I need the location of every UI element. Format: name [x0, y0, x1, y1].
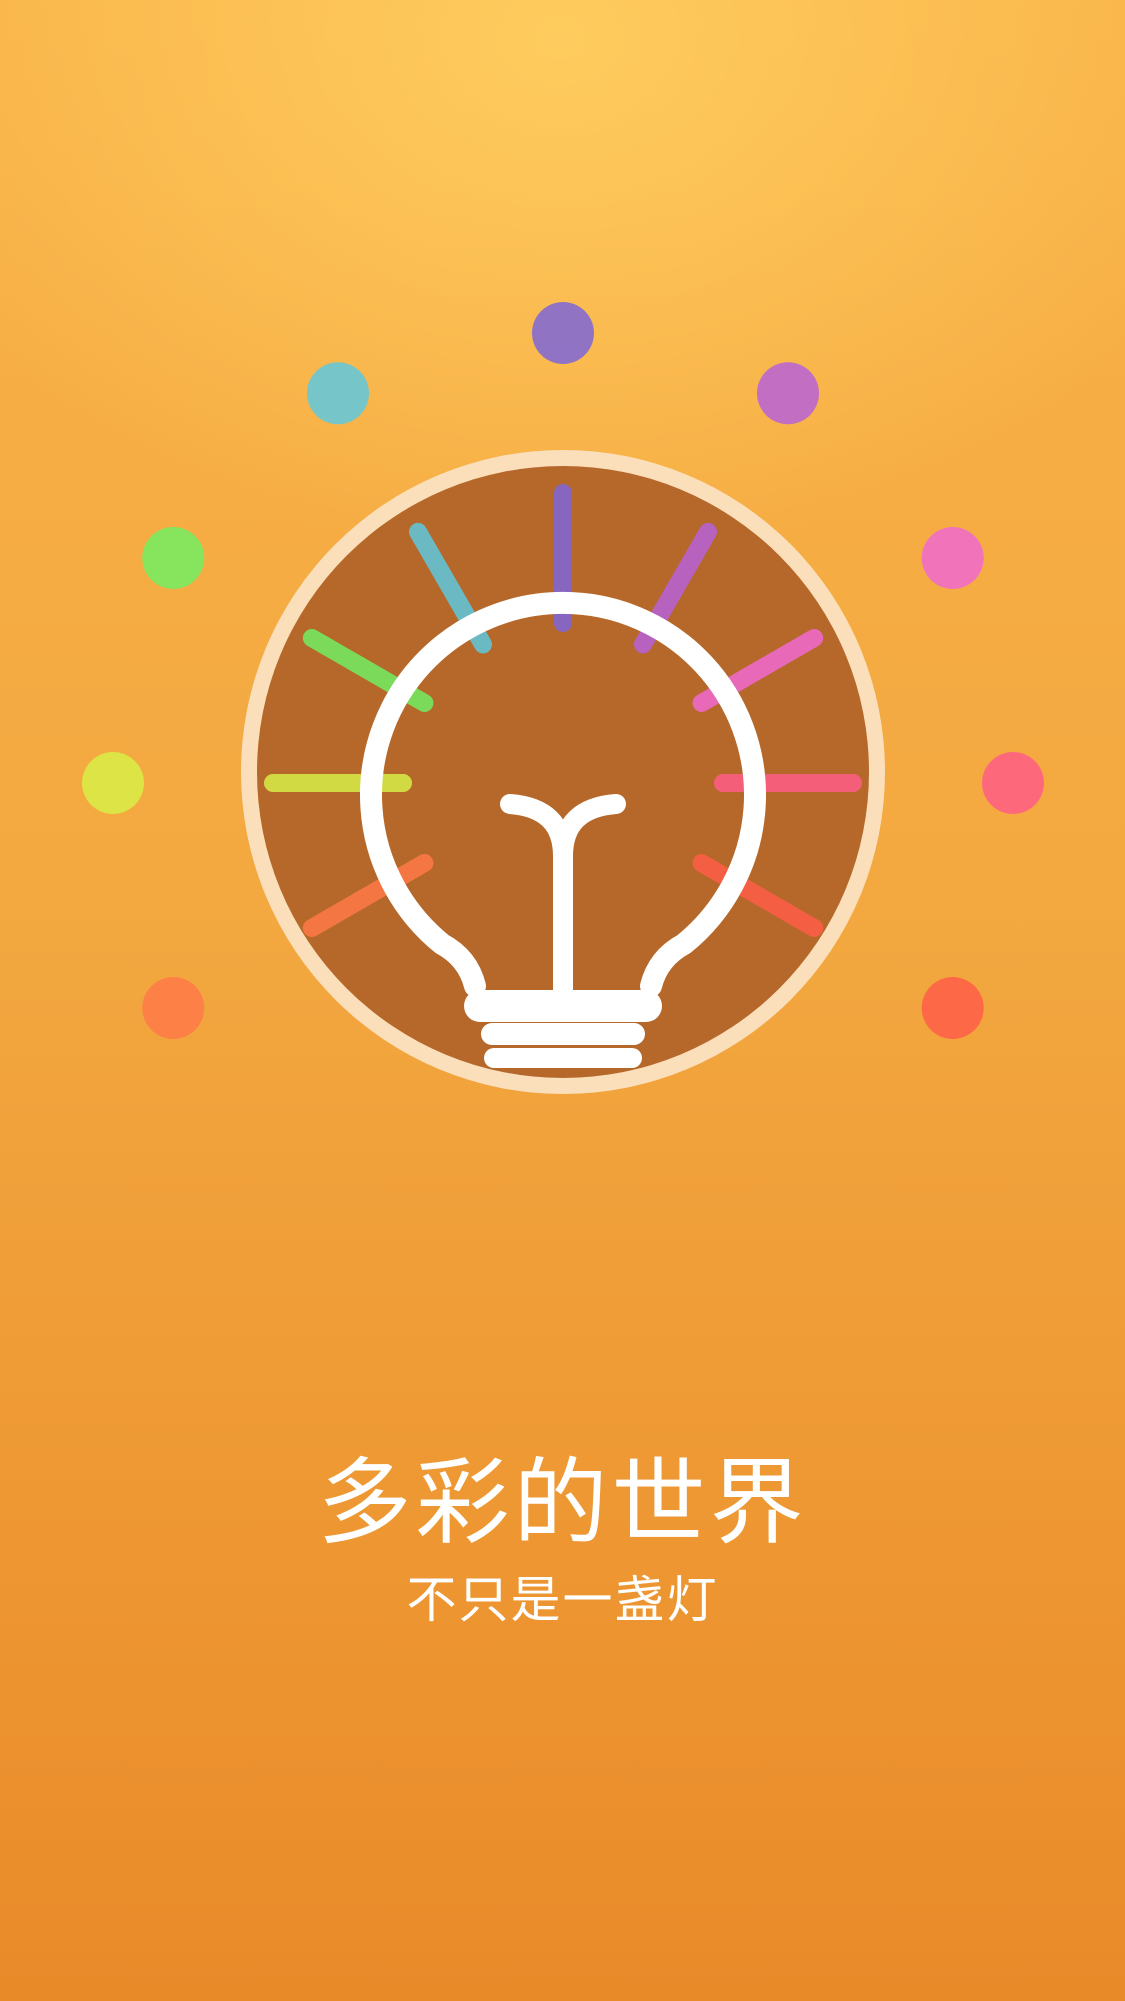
- splash-title: 多彩的世界: [317, 1449, 808, 1558]
- ray-dot-yellow: [82, 752, 144, 814]
- ray-dot-red-orange: [921, 977, 984, 1039]
- ray-dot-rose: [982, 752, 1044, 814]
- splash-subtitle: 不只是一盏灯: [406, 1571, 719, 1629]
- ray-dot-teal: [307, 362, 369, 425]
- ray-dot-green: [142, 527, 205, 589]
- ray-dot-magenta: [757, 362, 819, 425]
- ray-dot-orange: [142, 977, 205, 1039]
- lightbulb-illustration: [82, 302, 1044, 1094]
- ray-dot-purple: [532, 302, 594, 364]
- ray-dot-pink: [921, 527, 984, 589]
